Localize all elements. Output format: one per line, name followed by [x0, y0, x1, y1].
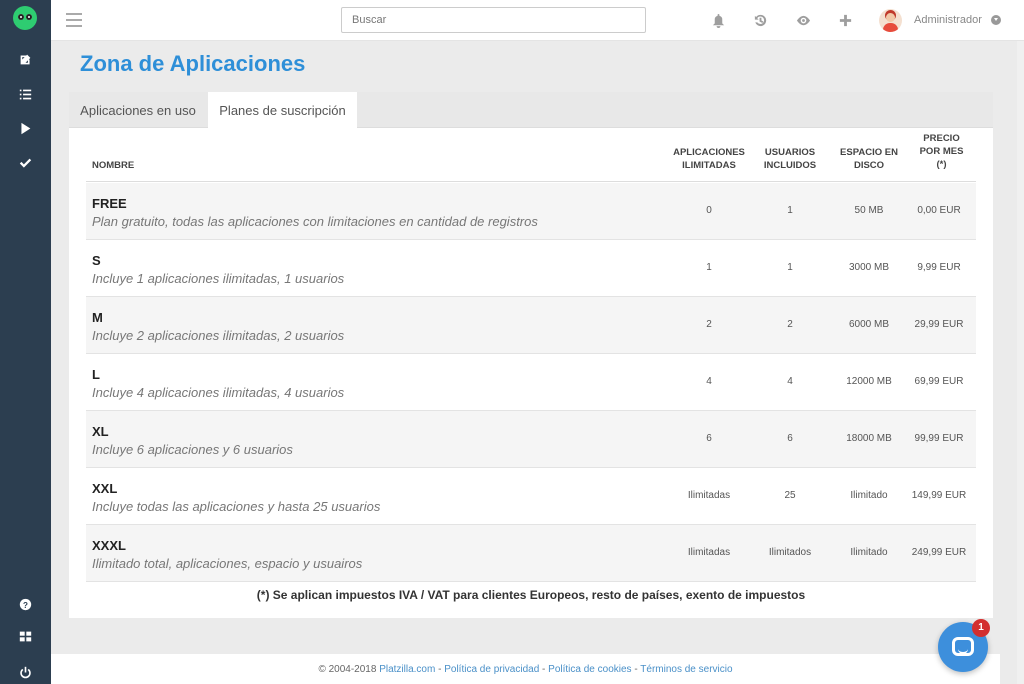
- cell-espacio: 12000 MB: [846, 376, 892, 387]
- plan-description: Plan gratuito, todas las aplicaciones co…: [92, 214, 538, 229]
- plan-name: S: [92, 253, 101, 268]
- cell-precio: 69,99 EUR: [914, 376, 964, 387]
- plan-description: Incluye 6 aplicaciones y 6 usuarios: [92, 442, 293, 457]
- eye-icon[interactable]: [794, 11, 812, 29]
- search-input[interactable]: [341, 7, 646, 33]
- topbar: Administrador: [51, 0, 1024, 41]
- plan-description: Ilimitado total, aplicaciones, espacio y…: [92, 556, 363, 571]
- power-icon[interactable]: [0, 658, 51, 684]
- scrollbar[interactable]: [1017, 41, 1024, 684]
- cell-espacio: 18000 MB: [846, 433, 892, 444]
- avatar[interactable]: [879, 9, 902, 32]
- plan-name: XXL: [92, 481, 118, 496]
- table-header: NOMBRE APLICACIONES ILIMITADAS USUARIOS …: [86, 128, 976, 182]
- app-logo[interactable]: [13, 6, 37, 30]
- cell-usuarios: 25: [784, 490, 796, 501]
- plan-description: Incluye todas las aplicaciones y hasta 2…: [92, 499, 381, 514]
- cell-precio: 9,99 EUR: [917, 262, 961, 273]
- footer-separator: -: [435, 664, 445, 675]
- header-precio: PRECIO POR MES (*): [919, 133, 964, 170]
- plan-description: Incluye 4 aplicaciones ilimitadas, 4 usu…: [92, 385, 345, 400]
- plan-description: Incluye 1 aplicaciones ilimitadas, 1 usu…: [92, 271, 345, 286]
- tab-bar: Aplicaciones en uso Planes de suscripció…: [69, 92, 993, 129]
- cell-precio: 249,99 EUR: [911, 547, 967, 558]
- chat-icon: [952, 637, 974, 656]
- cell-aplicaciones: Ilimitadas: [687, 490, 731, 501]
- plan-description: Incluye 2 aplicaciones ilimitadas, 2 usu…: [92, 328, 345, 343]
- cell-espacio: 6000 MB: [848, 319, 890, 330]
- header-espacio: ESPACIO EN DISCO: [840, 147, 898, 171]
- footer-privacy-link[interactable]: Política de privacidad: [444, 664, 539, 675]
- header-nombre: NOMBRE: [92, 160, 135, 171]
- cell-precio: 149,99 EUR: [911, 490, 967, 501]
- table-row: L Incluye 4 aplicaciones ilimitadas, 4 us…: [86, 354, 976, 411]
- footer-cookies-link[interactable]: Política de cookies: [548, 664, 631, 675]
- cell-usuarios: 1: [787, 205, 793, 216]
- bell-icon[interactable]: [709, 11, 727, 29]
- tax-note: (*) Se aplican impuestos IVA / VAT para …: [256, 588, 806, 602]
- check-icon[interactable]: [0, 149, 51, 177]
- tab-planes-suscripcion[interactable]: Planes de suscripción: [208, 92, 357, 129]
- user-name[interactable]: Administrador: [914, 14, 982, 26]
- cell-aplicaciones: 0: [706, 205, 712, 216]
- grid-icon[interactable]: [0, 622, 51, 650]
- footer-brand-link[interactable]: Platzilla.com: [379, 664, 435, 675]
- plan-name: XL: [92, 424, 109, 439]
- footer-terms-link[interactable]: Términos de servicio: [640, 664, 732, 675]
- history-icon[interactable]: [751, 11, 769, 29]
- plan-name: L: [92, 367, 100, 382]
- chevron-down-icon[interactable]: [991, 15, 1001, 25]
- cell-precio: 99,99 EUR: [914, 433, 964, 444]
- help-icon[interactable]: ?: [0, 590, 51, 618]
- cell-aplicaciones: 1: [706, 262, 712, 273]
- cell-aplicaciones: 6: [706, 433, 712, 444]
- table-row: XL Incluye 6 aplicaciones y 6 usuarios 6 6 1…: [86, 411, 976, 468]
- cell-espacio: 3000 MB: [848, 262, 890, 273]
- table-row: M Incluye 2 aplicaciones ilimitadas, 2 us…: [86, 297, 976, 354]
- table-row: XXXL Ilimitado total, aplicaciones, espac…: [86, 525, 976, 582]
- cell-precio: 0,00 EUR: [917, 205, 961, 216]
- cell-aplicaciones: 4: [706, 376, 712, 387]
- header-usuarios: USUARIOS INCLUIDOS: [763, 147, 817, 171]
- menu-icon[interactable]: [66, 13, 82, 27]
- table-row: S Incluye 1 aplicaciones ilimitadas, 1 us…: [86, 240, 976, 297]
- sidebar: ?: [0, 0, 51, 684]
- plus-icon[interactable]: [836, 11, 854, 29]
- cell-aplicaciones: Ilimitadas: [687, 547, 731, 558]
- edit-icon[interactable]: [0, 45, 51, 73]
- notification-badge: 1: [972, 619, 990, 637]
- list-icon[interactable]: [0, 80, 51, 108]
- cell-usuarios: Ilimitados: [768, 547, 812, 558]
- svg-text:?: ?: [23, 600, 28, 609]
- footer: © 2004-2018 Platzilla.com - Política de …: [51, 654, 1000, 684]
- play-icon[interactable]: [0, 114, 51, 142]
- cell-espacio: 50 MB: [854, 205, 884, 216]
- footer-separator: -: [539, 664, 549, 675]
- cell-espacio: Ilimitado: [850, 490, 888, 501]
- page-title: Zona de Aplicaciones: [80, 51, 306, 76]
- cell-usuarios: 4: [787, 376, 793, 387]
- table-row: XXL Incluye todas las aplicaciones y hast…: [86, 468, 976, 525]
- cell-usuarios: 6: [787, 433, 793, 444]
- footer-copyright: © 2004-2018: [318, 664, 377, 675]
- cell-aplicaciones: 2: [706, 319, 712, 330]
- cell-precio: 29,99 EUR: [914, 319, 964, 330]
- table-row: FREE Plan gratuito, todas las aplicacione…: [86, 183, 976, 240]
- cell-espacio: Ilimitado: [850, 547, 888, 558]
- tab-aplicaciones-en-uso[interactable]: Aplicaciones en uso: [69, 92, 207, 128]
- header-aplicaciones: APLICACIONES ILIMITADAS: [673, 147, 745, 171]
- plan-name: FREE: [92, 196, 127, 211]
- footer-separator: -: [631, 664, 641, 675]
- plan-name: M: [92, 310, 103, 325]
- plan-name: XXXL: [92, 538, 126, 553]
- cell-usuarios: 2: [787, 319, 793, 330]
- cell-usuarios: 1: [787, 262, 793, 273]
